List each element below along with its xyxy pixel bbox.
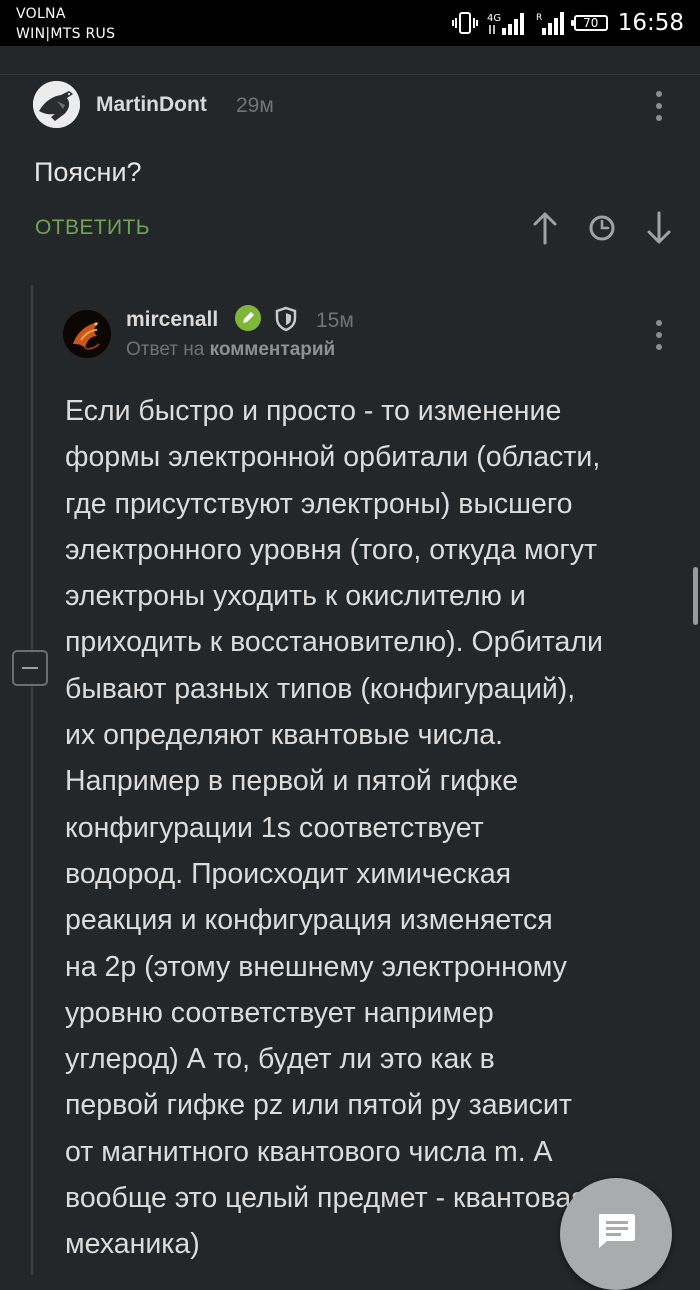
- scrollbar-thumb[interactable]: [693, 567, 698, 625]
- comment-bubble-icon: [599, 1214, 635, 1248]
- minus-icon: [22, 667, 38, 669]
- more-options-icon[interactable]: [654, 91, 664, 121]
- signal-4g-icon: 4G: [487, 13, 524, 35]
- comment-time: 15м: [316, 309, 354, 332]
- more-options-icon[interactable]: [654, 320, 664, 350]
- comment-author[interactable]: mircenall: [126, 308, 218, 332]
- divider: [0, 74, 700, 75]
- upvote-arrow-icon[interactable]: [530, 210, 560, 246]
- collapse-thread-button[interactable]: [12, 650, 48, 686]
- reply-to-link[interactable]: комментарий: [210, 339, 336, 360]
- battery-level: 70: [583, 16, 599, 30]
- carrier-name-secondary: WIN|MTS RUS: [16, 26, 116, 42]
- avatar[interactable]: [63, 310, 111, 358]
- dragon-avatar-image: [63, 310, 111, 358]
- reply-button[interactable]: ОТВЕТИТЬ: [35, 216, 150, 240]
- carrier-name-primary: VOLNA: [16, 6, 66, 22]
- vibrate-icon: [451, 12, 478, 34]
- thread-line: [31, 285, 33, 1275]
- battery-icon: 70: [570, 15, 608, 31]
- comment-text: Если быстро и просто - то изменение форм…: [65, 395, 603, 1261]
- comment-text: Поясни?: [34, 157, 142, 187]
- crow-avatar-image: [33, 81, 80, 128]
- avatar[interactable]: [33, 81, 80, 128]
- roaming-label: R: [536, 13, 542, 23]
- reply-to-label: Ответ на комментарий: [126, 339, 335, 361]
- comments-fab-button[interactable]: [560, 1178, 672, 1290]
- network-type-label: 4G: [487, 13, 501, 24]
- clock-icon[interactable]: [587, 210, 617, 246]
- shield-badge-icon: [275, 306, 297, 332]
- clock-time: 16:58: [617, 10, 684, 36]
- pencil-badge-icon: [235, 305, 261, 331]
- signal-roaming-icon: R: [536, 12, 564, 35]
- status-icons: 4G R 70 16:58: [451, 9, 684, 37]
- status-bar: VOLNA WIN|MTS RUS 4G R 70 16:58: [0, 0, 700, 46]
- comment-time: 29м: [236, 94, 274, 117]
- comment-author[interactable]: MartinDont: [96, 93, 207, 117]
- reply-to-prefix: Ответ на: [126, 339, 205, 360]
- downvote-arrow-icon[interactable]: [644, 210, 674, 246]
